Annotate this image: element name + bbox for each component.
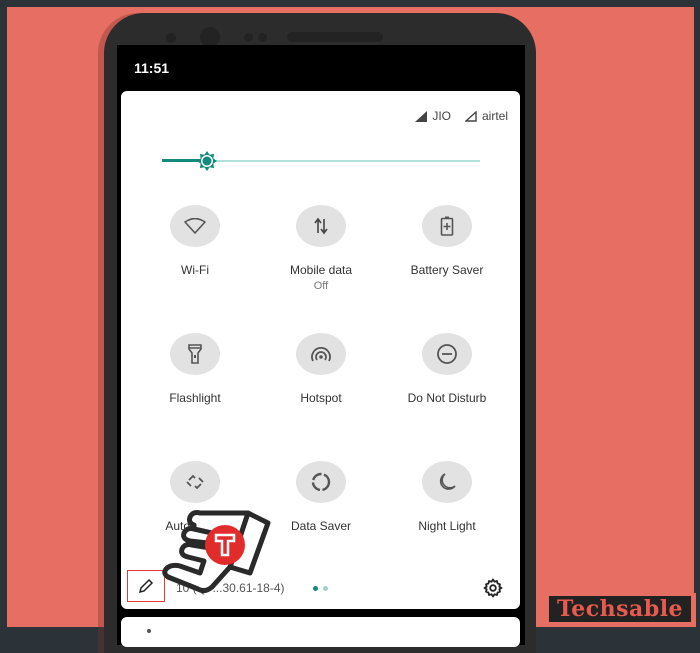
carrier-name: airtel xyxy=(481,109,508,123)
tile-label: Night Light xyxy=(418,519,476,533)
watermark-box: Techsable xyxy=(548,595,692,623)
tile-sublabel: Off xyxy=(313,280,329,292)
tile-wifi[interactable]: Wi-Fi xyxy=(135,205,255,277)
watermark: Techsable xyxy=(546,593,696,627)
tile-label: Mobile data xyxy=(289,263,353,277)
carrier-airtel: airtel xyxy=(464,109,508,123)
notification-card xyxy=(121,617,520,647)
page-dot[interactable] xyxy=(313,586,318,591)
tile-label: Hotspot xyxy=(300,391,342,405)
carrier-name: JIO xyxy=(432,109,451,123)
mobile-data-icon xyxy=(314,217,328,235)
watermark-text: Techsable xyxy=(556,596,684,622)
tile-label: Wi-Fi xyxy=(181,263,209,277)
status-time: 11:51 xyxy=(134,60,170,76)
tile-mobile-data[interactable]: Mobile data Off xyxy=(261,205,381,292)
tile-button[interactable] xyxy=(170,205,220,247)
pencil-icon xyxy=(138,578,154,594)
carrier-jio: JIO xyxy=(415,109,451,123)
tile-button[interactable] xyxy=(296,205,346,247)
earpiece-speaker xyxy=(287,32,383,42)
tile-button[interactable] xyxy=(422,205,472,247)
brightness-slider[interactable] xyxy=(162,151,480,171)
tile-button[interactable] xyxy=(170,333,220,375)
sensor-dot xyxy=(244,33,253,42)
signal-outline-icon xyxy=(464,110,477,122)
sensor-dot xyxy=(166,33,176,43)
battery-saver-icon xyxy=(440,216,454,236)
carrier-list: JIO airtel xyxy=(415,109,508,123)
tile-do-not-disturb[interactable]: Do Not Disturb xyxy=(387,333,507,405)
sensor-dot xyxy=(258,33,267,42)
tile-flashlight[interactable]: Flashlight xyxy=(135,333,255,405)
notification-icon xyxy=(147,629,151,633)
auto-rotate-icon xyxy=(186,474,204,490)
do-not-disturb-icon xyxy=(437,344,457,364)
pointing-hand-icon xyxy=(162,510,271,594)
tile-button[interactable] xyxy=(296,333,346,375)
tile-button[interactable] xyxy=(296,461,346,503)
settings-button[interactable] xyxy=(483,578,503,603)
flashlight-icon xyxy=(188,344,202,364)
tile-button[interactable] xyxy=(170,461,220,503)
page-indicator xyxy=(313,586,328,591)
tile-label: Flashlight xyxy=(169,391,221,405)
tile-night-light[interactable]: Night Light xyxy=(387,461,507,533)
data-saver-icon xyxy=(311,472,331,492)
night-light-icon xyxy=(439,473,456,490)
signal-full-icon xyxy=(415,110,428,122)
tile-label: Battery Saver xyxy=(410,263,484,277)
hotspot-icon xyxy=(311,347,331,362)
page-dot[interactable] xyxy=(323,586,328,591)
wifi-icon xyxy=(184,218,206,234)
tile-battery-saver[interactable]: Battery Saver xyxy=(387,205,507,277)
front-camera xyxy=(200,27,220,47)
tile-hotspot[interactable]: Hotspot xyxy=(261,333,381,405)
tile-button[interactable] xyxy=(422,461,472,503)
brightness-thumb-icon[interactable] xyxy=(196,151,217,171)
gear-icon xyxy=(483,578,503,598)
tile-button[interactable] xyxy=(422,333,472,375)
tile-label: Do Not Disturb xyxy=(407,391,487,405)
